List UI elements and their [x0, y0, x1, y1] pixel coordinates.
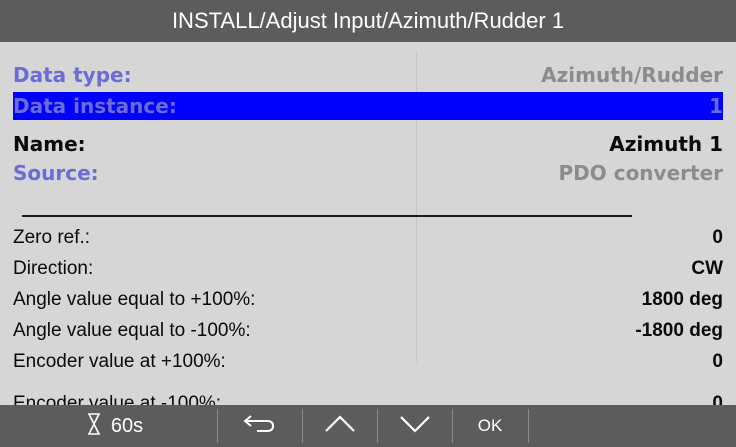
name-row[interactable]: Name: Azimuth 1 [13, 130, 723, 158]
angle-plus-value: 1800 deg [641, 289, 723, 310]
timer-button[interactable]: 60s [60, 405, 170, 447]
data-type-row[interactable]: Data type: Azimuth/Rudder [13, 61, 723, 89]
down-button[interactable] [378, 405, 452, 447]
softkey-divider [528, 409, 529, 443]
source-row[interactable]: Source: PDO converter [13, 159, 723, 187]
data-type-value: Azimuth/Rudder [541, 63, 723, 87]
angle-minus-value: -1800 deg [635, 320, 723, 341]
data-instance-value: 1 [709, 94, 723, 118]
angle-minus-row[interactable]: Angle value equal to -100%: -1800 deg [13, 317, 723, 345]
source-value: PDO converter [558, 161, 723, 185]
encoder-plus-value: 0 [712, 351, 723, 372]
softkey-bar: 60s OK [0, 405, 736, 447]
encoder-minus-value: 0 [712, 393, 723, 405]
hourglass-icon [87, 412, 101, 440]
source-label: Source: [13, 161, 99, 185]
direction-row[interactable]: Direction: CW [13, 255, 723, 283]
data-instance-row[interactable]: Data instance: 1 [13, 92, 723, 120]
section-separator [22, 215, 632, 217]
encoder-plus-label: Encoder value at +100%: [13, 351, 226, 372]
title-bar: INSTALL/Adjust Input/Azimuth/Rudder 1 [0, 0, 736, 42]
ok-label: OK [477, 416, 503, 435]
chevron-up-icon [324, 414, 356, 439]
zero-ref-value: 0 [712, 227, 723, 248]
data-type-label: Data type: [13, 63, 132, 87]
angle-plus-label: Angle value equal to +100%: [13, 289, 256, 310]
timer-label: 60s [110, 414, 144, 437]
angle-minus-label: Angle value equal to -100%: [13, 320, 251, 341]
angle-plus-row[interactable]: Angle value equal to +100%: 1800 deg [13, 286, 723, 314]
settings-panel: Data type: Azimuth/Rudder Data instance:… [0, 42, 736, 405]
chevron-down-icon [399, 414, 431, 439]
back-button[interactable] [218, 405, 302, 447]
direction-value: CW [691, 258, 723, 279]
name-label: Name: [13, 132, 86, 156]
page-title: INSTALL/Adjust Input/Azimuth/Rudder 1 [171, 8, 565, 33]
encoder-plus-row[interactable]: Encoder value at +100%: 0 [13, 348, 723, 376]
ok-button[interactable]: OK [453, 405, 527, 447]
name-value: Azimuth 1 [609, 132, 723, 156]
zero-ref-label: Zero ref.: [13, 227, 91, 248]
zero-ref-row[interactable]: Zero ref.: 0 [13, 224, 723, 252]
encoder-minus-row[interactable]: Encoder value at -100%: 0 [13, 386, 723, 405]
data-instance-label: Data instance: [13, 94, 177, 118]
encoder-minus-label: Encoder value at -100%: [13, 393, 222, 405]
back-arrow-icon [243, 414, 277, 439]
up-button[interactable] [303, 405, 377, 447]
direction-label: Direction: [13, 258, 94, 279]
